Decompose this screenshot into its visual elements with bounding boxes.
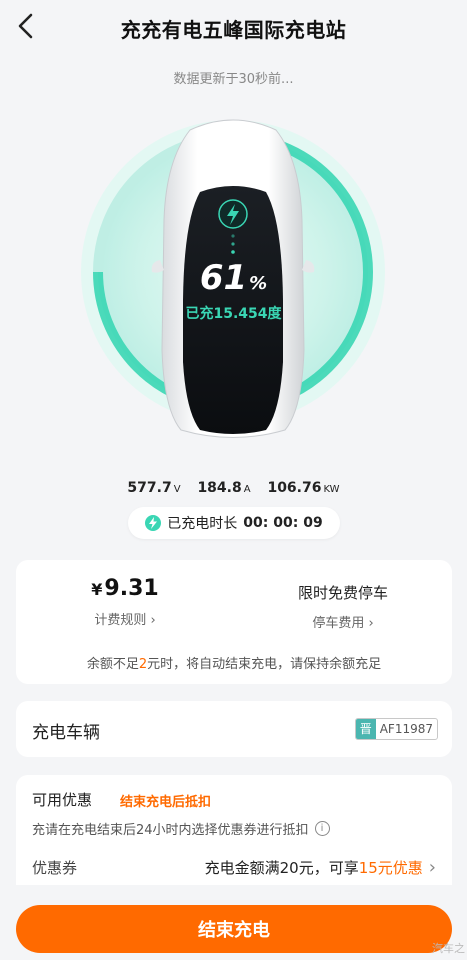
plate-number: AF11987 xyxy=(379,722,433,736)
balance-tip-prefix: 余额不足 xyxy=(86,657,139,672)
voltage-value: 577.7 xyxy=(127,480,172,496)
vehicle-label: 充电车辆 xyxy=(32,723,100,743)
coupon-label: 优惠券 xyxy=(32,859,78,877)
lightning-icon xyxy=(145,515,162,531)
promotion-hint-text: 充请在充电结束后24小时内选择优惠券进行抵扣 xyxy=(32,823,309,838)
coupon-selector[interactable]: 充电金额满20元，可享 15元优惠 › xyxy=(205,857,436,878)
chevron-right-icon: › xyxy=(428,857,436,878)
charge-duration: 已充电时长 00: 00: 09 xyxy=(128,507,340,539)
page-title: 充充有电五峰国际充电站 xyxy=(120,17,347,42)
header: 充充有电五峰国际充电站 xyxy=(0,0,467,56)
duration-value: 00: 00: 09 xyxy=(243,515,323,531)
power-unit: KW xyxy=(323,484,340,495)
plate-province: 晋 xyxy=(355,719,376,739)
power-value: 106.76 xyxy=(267,480,322,496)
balance-tip-amount: 2 xyxy=(138,657,148,672)
voltage-unit: V xyxy=(173,484,181,495)
info-icon[interactable]: i xyxy=(314,821,330,836)
chevron-left-icon xyxy=(18,13,33,39)
billing-card: ¥9.31 计费规则 › 限时免费停车 停车费用 › 余额不足2元时，将自动结束… xyxy=(16,560,452,684)
update-status: 数据更新于30秒前... xyxy=(173,72,294,87)
coupon-text: 充电金额满20元，可享 xyxy=(204,859,359,877)
parking-fee-link[interactable]: 停车费用 › xyxy=(234,612,452,631)
vehicle-card[interactable]: 充电车辆 晋 AF11987 xyxy=(16,701,452,757)
end-charging-button[interactable]: 结束充电 xyxy=(16,905,452,953)
duration-label: 已充电时长 xyxy=(167,516,238,532)
promotion-tag: 结束充电后抵扣 xyxy=(120,795,212,810)
charge-percent-value: 61 xyxy=(199,258,248,298)
charge-percent-unit: % xyxy=(249,273,268,294)
charging-metrics: 577.7 V 184.8 A 106.76 KW xyxy=(0,480,467,496)
currency-symbol: ¥ xyxy=(91,580,103,599)
parking-title: 限时免费停车 xyxy=(297,584,388,602)
promotion-hint: 充请在充电结束后24小时内选择优惠券进行抵扣 i xyxy=(32,819,330,838)
fee-value: 9.31 xyxy=(104,576,159,601)
parking-section: 限时免费停车 停车费用 › xyxy=(234,576,452,631)
back-button[interactable] xyxy=(10,10,42,42)
license-plate: 晋 AF11987 xyxy=(354,718,438,740)
charged-energy: 已充15.454度 xyxy=(185,306,282,322)
balance-tip-suffix: 元时，将自动结束充电，请保持余额充足 xyxy=(147,657,382,672)
charge-percent: 61% xyxy=(0,258,467,298)
watermark: 汽车之 xyxy=(432,942,465,955)
fee-section: ¥9.31 计费规则 › xyxy=(16,576,234,628)
balance-tip: 余额不足2元时，将自动结束充电，请保持余额充足 xyxy=(16,653,452,672)
promotion-title: 可用优惠 xyxy=(32,791,93,809)
current-value: 184.8 xyxy=(197,480,242,496)
current-unit: A xyxy=(243,484,251,495)
fee-amount: ¥9.31 xyxy=(16,576,234,601)
promotion-card: 可用优惠 结束充电后抵扣 充请在充电结束后24小时内选择优惠券进行抵扣 i 优惠… xyxy=(16,775,452,887)
coupon-highlight: 15元优惠 xyxy=(358,859,423,877)
billing-rules-link[interactable]: 计费规则 › xyxy=(16,609,234,628)
